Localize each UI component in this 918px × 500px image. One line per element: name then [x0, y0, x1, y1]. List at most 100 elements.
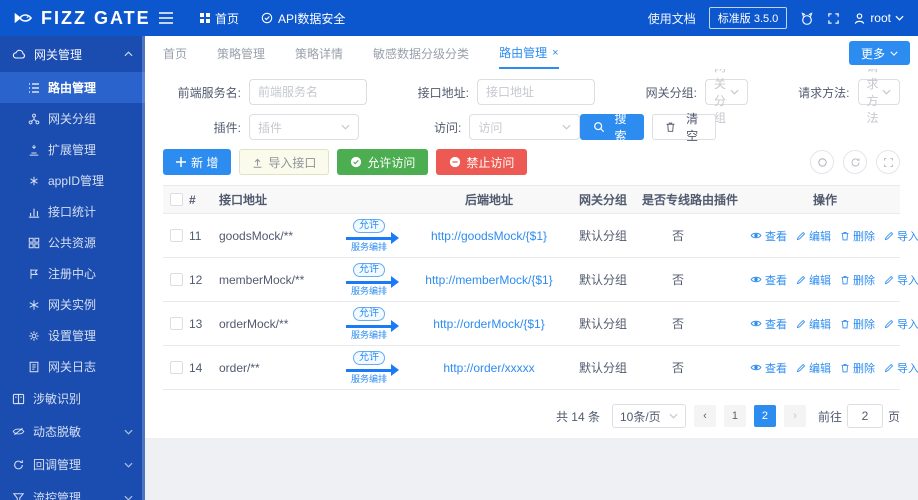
view-action[interactable]: 查看: [750, 316, 787, 332]
check-circle-icon: [350, 156, 362, 168]
bar-chart-icon: [28, 206, 40, 218]
sidebar-item-gateway-logs[interactable]: 网关日志: [0, 351, 145, 382]
app-logo: FIZZ GATE: [14, 8, 149, 29]
docs-link[interactable]: 使用文档: [648, 10, 696, 27]
hamburger-menu-icon[interactable]: [154, 8, 178, 28]
sidebar-item-interface-statistics[interactable]: 接口统计: [0, 196, 145, 227]
close-tab-icon[interactable]: ×: [552, 47, 558, 59]
clear-button[interactable]: 清 空: [652, 112, 716, 143]
import-action[interactable]: 导入接口: [884, 228, 918, 244]
delete-action[interactable]: 删除: [840, 228, 875, 244]
row-checkbox[interactable]: [169, 273, 183, 286]
route-list-icon: [28, 82, 40, 94]
sidebar-item-public-resources[interactable]: 公共资源: [0, 227, 145, 258]
select-all-checkbox[interactable]: [169, 193, 183, 206]
forbid-access-button[interactable]: 禁止访问: [436, 149, 528, 175]
page-button-1[interactable]: 1: [723, 405, 746, 427]
github-icon[interactable]: [800, 11, 814, 25]
chevron-down-icon: [341, 124, 350, 130]
tab-policy-detail[interactable]: 策略详情: [295, 37, 343, 68]
sidebar-item-sensitive-identification[interactable]: 涉敏识别: [0, 382, 145, 415]
edit-action[interactable]: 编辑: [796, 228, 831, 244]
route-flow: 允许 服务编排: [346, 351, 399, 384]
trash-icon: [665, 121, 676, 133]
edit-action[interactable]: 编辑: [796, 360, 831, 376]
user-icon: [853, 12, 866, 25]
backend-link[interactable]: http://order/xxxxx: [443, 361, 534, 375]
callback-icon: [12, 459, 25, 471]
chevron-down-icon: [729, 89, 739, 95]
edit-action[interactable]: 编辑: [796, 316, 831, 332]
sidebar-item-gateway-group[interactable]: 网关分组: [0, 103, 145, 134]
appid-icon: [28, 175, 40, 187]
backend-link[interactable]: http://orderMock/{$1}: [433, 317, 544, 331]
import-action[interactable]: 导入接口: [884, 360, 918, 376]
row-checkbox[interactable]: [169, 317, 183, 330]
chevron-down-icon: [124, 495, 133, 500]
density-icon[interactable]: [810, 150, 834, 174]
minus-circle-icon: [449, 156, 461, 168]
prev-page-button[interactable]: ‹: [693, 405, 716, 427]
import-interface-button[interactable]: 导入接口: [239, 149, 330, 175]
sidebar-item-route-management[interactable]: 路由管理: [0, 72, 145, 103]
delete-action[interactable]: 删除: [840, 360, 875, 376]
delete-action[interactable]: 删除: [840, 316, 875, 332]
add-button[interactable]: 新 增: [163, 149, 232, 175]
interface-address-input[interactable]: [477, 79, 595, 105]
top-header: FIZZ GATE 首页 API数据安全 使用文档 标准版 3.5.0 root: [0, 0, 918, 36]
pagination: 共 14 条 10条/页 ‹ 1 2 › 前往 页: [163, 404, 900, 428]
backend-link[interactable]: http://memberMock/{$1}: [425, 273, 552, 287]
tab-route-management[interactable]: 路由管理 ×: [499, 36, 559, 69]
sidebar-group-callback-management[interactable]: 回调管理: [0, 448, 145, 481]
tab-home[interactable]: 首页: [163, 37, 187, 68]
fizz-fish-icon: [14, 10, 34, 26]
search-button[interactable]: 搜 索: [579, 112, 645, 143]
interface-address-label: 接口地址:: [417, 85, 469, 100]
funnel-icon: [12, 492, 25, 500]
view-action[interactable]: 查看: [750, 272, 787, 288]
column-settings-icon[interactable]: [876, 150, 900, 174]
chevron-down-icon: [562, 124, 571, 130]
view-action[interactable]: 查看: [750, 228, 787, 244]
import-action[interactable]: 导入接口: [884, 316, 918, 332]
nav-api-security[interactable]: API数据安全: [261, 10, 345, 27]
allow-access-button[interactable]: 允许访问: [337, 149, 429, 175]
sidebar-group-flow-control[interactable]: 流控管理: [0, 481, 145, 500]
nodes-icon: [28, 113, 40, 125]
edit-action[interactable]: 编辑: [796, 272, 831, 288]
view-action[interactable]: 查看: [750, 360, 787, 376]
col-gateway-group: 网关分组: [578, 193, 627, 207]
sidebar-group-dynamic-masking[interactable]: 动态脱敏: [0, 415, 145, 448]
user-menu[interactable]: root: [853, 11, 904, 25]
next-page-button[interactable]: ›: [783, 405, 806, 427]
gateway-group-select[interactable]: 网关分组: [705, 60, 748, 125]
delete-action[interactable]: 删除: [840, 272, 875, 288]
page-size-select[interactable]: 10条/页: [611, 404, 686, 428]
sidebar-item-registry-center[interactable]: 注册中心: [0, 258, 145, 289]
backend-link[interactable]: http://goodsMock/{$1}: [431, 229, 547, 243]
allow-tag: 允许: [353, 307, 385, 321]
nav-home[interactable]: 首页: [200, 10, 239, 27]
sidebar-item-appid-management[interactable]: appID管理: [0, 165, 145, 196]
frontend-service-input[interactable]: [249, 79, 367, 105]
col-plugin: 插件: [714, 193, 739, 207]
sidebar-item-gateway-instance[interactable]: 网关实例: [0, 289, 145, 320]
route-arrow-icon: [346, 364, 399, 376]
row-checkbox[interactable]: [169, 229, 183, 242]
sidebar-group-gateway-management[interactable]: 网关管理: [0, 36, 145, 72]
page-button-2[interactable]: 2: [753, 405, 776, 427]
goto-page-input[interactable]: [846, 404, 883, 428]
fullscreen-icon[interactable]: [827, 12, 840, 25]
more-button[interactable]: 更多: [848, 41, 910, 65]
allow-tag: 允许: [353, 263, 385, 277]
access-select[interactable]: 访问: [469, 114, 580, 140]
tab-data-classification[interactable]: 敏感数据分级分类: [373, 37, 469, 68]
request-method-select[interactable]: 请求方法: [857, 60, 900, 125]
import-action[interactable]: 导入接口: [884, 272, 918, 288]
row-checkbox[interactable]: [169, 361, 183, 374]
refresh-icon[interactable]: [843, 150, 867, 174]
tab-policy-management[interactable]: 策略管理: [217, 37, 265, 68]
sidebar-item-settings-management[interactable]: 设置管理: [0, 320, 145, 351]
sidebar-item-extension-management[interactable]: 扩展管理: [0, 134, 145, 165]
plugin-select[interactable]: 插件: [249, 114, 360, 140]
